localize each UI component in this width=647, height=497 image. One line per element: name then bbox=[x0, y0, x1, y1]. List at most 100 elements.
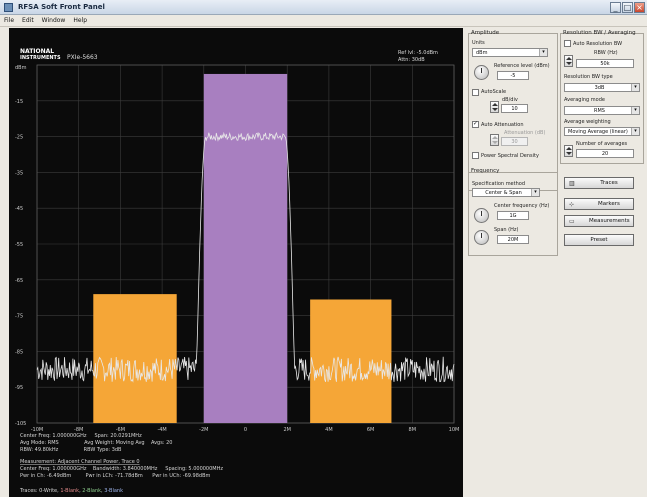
units-select[interactable]: dBm ▾ bbox=[472, 48, 548, 57]
chevron-down-icon: ▾ bbox=[631, 128, 639, 135]
preset-button[interactable]: Preset bbox=[564, 234, 634, 246]
app-icon bbox=[4, 3, 13, 12]
auto-rbw-label: Auto Resolution BW bbox=[573, 41, 623, 47]
menu-edit[interactable]: Edit bbox=[18, 15, 38, 27]
center-frequency-field[interactable]: 1G bbox=[497, 211, 529, 220]
db-per-div-label: dB/div bbox=[502, 97, 518, 103]
center-frequency-knob[interactable] bbox=[474, 208, 489, 223]
menu-bar: File Edit Window Help bbox=[0, 15, 647, 27]
minimize-button[interactable]: _ bbox=[610, 2, 621, 13]
measurements-button-label: Measurements bbox=[589, 218, 630, 224]
auto-attenuation-label: Auto Attenuation bbox=[481, 122, 524, 128]
reference-level-label: Reference level (dBm) bbox=[494, 63, 550, 69]
x-tick-label: 0 bbox=[244, 427, 247, 433]
autoscale-checkbox[interactable] bbox=[472, 89, 479, 96]
span-knob[interactable] bbox=[474, 230, 489, 245]
close-button[interactable]: × bbox=[634, 2, 645, 13]
resolution-title: Resolution BW / Averaging bbox=[563, 30, 636, 36]
average-weighting-select[interactable]: Moving Average (linear) ▾ bbox=[564, 127, 640, 136]
auto-attenuation-checkbox[interactable] bbox=[472, 120, 479, 128]
averaging-mode-select[interactable]: RMS ▾ bbox=[564, 106, 640, 115]
rbw-type-label: Resolution BW type bbox=[564, 74, 613, 80]
y-tick-label: -95 bbox=[15, 385, 23, 391]
chevron-down-icon: ▾ bbox=[631, 107, 639, 114]
measurement-line-2: Pwr in Ch: -6.49dBm Pwr in LCh: -71.78dB… bbox=[20, 473, 211, 479]
markers-button-label: Markers bbox=[598, 201, 620, 207]
measurements-icon: ▭ bbox=[569, 218, 575, 225]
number-of-averages-stepper[interactable] bbox=[564, 145, 573, 157]
chevron-down-icon: ▾ bbox=[531, 189, 539, 196]
ref-level-readout: Ref lvl: -5.0dBm bbox=[398, 50, 438, 56]
rbw-label: RBW (Hz) bbox=[594, 50, 618, 56]
x-tick-label: -2M bbox=[199, 427, 208, 433]
info-panel: Center Freq: 1.000000GHz Span: 20.0291MH… bbox=[19, 433, 223, 494]
x-tick-label: 10M bbox=[449, 427, 460, 433]
reference-level-knob[interactable] bbox=[474, 65, 489, 80]
logo-national: NATIONAL bbox=[20, 48, 54, 55]
traces-prefix: Traces: 0-Write, bbox=[19, 488, 60, 494]
units-label: Units bbox=[472, 40, 485, 46]
y-tick-label: -15 bbox=[15, 99, 23, 105]
y-tick-label: -25 bbox=[15, 135, 23, 141]
y-tick-label: -55 bbox=[15, 242, 23, 248]
reference-level-field[interactable]: -5 bbox=[497, 71, 529, 80]
trace-3-status: 3-Blank bbox=[104, 488, 123, 494]
y-tick-label: -105 bbox=[15, 421, 26, 427]
db-per-div-field[interactable]: 10 bbox=[501, 104, 528, 113]
traces-button-label: Traces bbox=[600, 180, 618, 186]
traces-button[interactable]: ▥ Traces bbox=[564, 177, 634, 189]
control-panel: Amplitude Units dBm ▾ Reference level (dB… bbox=[466, 28, 647, 497]
maximize-button[interactable]: □ bbox=[622, 2, 633, 13]
trace-2-status: 2-Blank bbox=[82, 488, 101, 494]
x-tick-label: 6M bbox=[367, 427, 375, 433]
chevron-down-icon: ▾ bbox=[631, 84, 639, 91]
rbw-field[interactable]: 50k bbox=[576, 59, 634, 68]
attenuation-field[interactable]: 30 bbox=[501, 137, 528, 146]
info-line-2: Avg Mode: RMS Avg Weight: Moving Avg Avg… bbox=[20, 440, 172, 446]
averaging-mode-label: Averaging mode bbox=[564, 97, 605, 103]
spectrum-display: -15 -25 -35 -45 -55 -65 -75 -85 -95 -105 -10M -8M -6… bbox=[9, 28, 463, 497]
traces-line: Traces: 0-Write, 1-Blank, 2-Blank, 3-Bla… bbox=[19, 488, 123, 494]
number-of-averages-field[interactable]: 20 bbox=[576, 149, 634, 158]
preset-button-label: Preset bbox=[590, 237, 608, 243]
menu-window[interactable]: Window bbox=[38, 15, 70, 27]
rbw-type-select[interactable]: 3dB ▾ bbox=[564, 83, 640, 92]
info-line-1: Center Freq: 1.000000GHz Span: 20.0291MH… bbox=[20, 433, 142, 439]
number-of-averages-label: Number of averages bbox=[576, 141, 628, 147]
y-tick-label: -45 bbox=[15, 206, 23, 212]
measurements-button[interactable]: ▭ Measurements bbox=[564, 215, 634, 227]
span-label: Span (Hz) bbox=[494, 227, 519, 233]
spectrum-plot: -15-25-35-45-55-65-75-85-95-105-10M -8M -6… bbox=[15, 48, 460, 494]
x-tick-label: 8M bbox=[409, 427, 417, 433]
rbw-type-value: 3dB bbox=[594, 85, 605, 91]
y-tick-label: -35 bbox=[15, 170, 23, 176]
power-spectral-density-label: Power Spectral Density bbox=[481, 153, 539, 159]
span-field[interactable]: 20M bbox=[497, 235, 529, 244]
db-per-div-stepper[interactable] bbox=[490, 101, 499, 113]
amplitude-title: Amplitude bbox=[471, 30, 500, 36]
x-tick-label: -4M bbox=[157, 427, 166, 433]
averaging-mode-value: RMS bbox=[594, 108, 605, 114]
rbw-stepper[interactable] bbox=[564, 55, 573, 67]
x-tick-label: 2M bbox=[283, 427, 291, 433]
average-weighting-label: Average weighting bbox=[564, 119, 611, 125]
channel-band bbox=[93, 294, 177, 423]
menu-help[interactable]: Help bbox=[69, 15, 91, 27]
auto-rbw-checkbox[interactable] bbox=[564, 40, 571, 47]
attenuation-stepper[interactable] bbox=[490, 134, 499, 146]
channel-bands bbox=[93, 73, 392, 423]
markers-icon: ⊹ bbox=[569, 201, 575, 208]
frequency-title: Frequency bbox=[471, 168, 500, 174]
specification-method-select[interactable]: Center & Span ▾ bbox=[472, 188, 540, 197]
average-weighting-value: Moving Average (linear) bbox=[568, 129, 628, 135]
menu-file[interactable]: File bbox=[0, 15, 18, 27]
power-spectral-density-checkbox[interactable] bbox=[472, 152, 479, 159]
y-axis-label: dBm bbox=[15, 65, 27, 71]
autoscale-label: AutoScale bbox=[481, 89, 507, 95]
x-tick-label: 4M bbox=[325, 427, 333, 433]
window-title: RFSA Soft Front Panel bbox=[18, 3, 105, 11]
markers-button[interactable]: ⊹ Markers bbox=[564, 198, 634, 210]
y-tick-label: -85 bbox=[15, 349, 23, 355]
center-frequency-label: Center frequency (Hz) bbox=[494, 203, 550, 209]
channel-band bbox=[310, 299, 392, 423]
